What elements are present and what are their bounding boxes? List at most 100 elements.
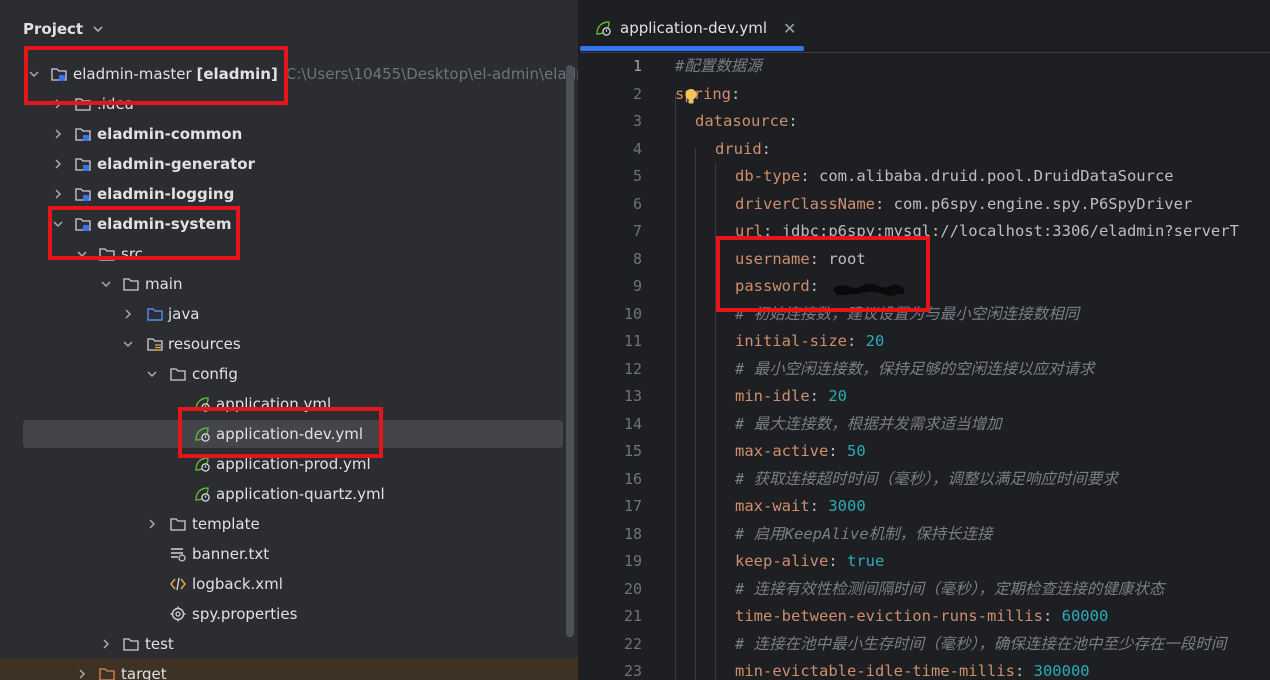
yaml-comment: # 最小空闲连接数，保持足够的空闲连接以应对请求 [735, 359, 1095, 378]
tree-item-template[interactable]: template [0, 509, 578, 539]
yaml-separator: : [828, 552, 847, 570]
chevron-right-icon[interactable] [100, 638, 112, 650]
tree-item-java[interactable]: java [0, 299, 578, 329]
line-number: 5 [632, 167, 642, 185]
code-area[interactable]: #配置数据源 spring: datasource: druid: db-type: c… [675, 53, 1270, 680]
yaml-separator: : [788, 112, 798, 130]
code-line: # 最小空闲连接数，保持足够的空闲连接以应对请求 [735, 356, 1095, 383]
module-folder-icon [75, 188, 91, 201]
yaml-comment: # 启用KeepAlive机制，保持长连接 [735, 524, 993, 543]
tree-item-label: java [168, 305, 200, 323]
spring-yaml-icon [596, 21, 611, 36]
line-number: 4 [632, 139, 642, 158]
tree-item-eladmin-logging[interactable]: eladmin-logging [0, 179, 578, 209]
code-line: time-between-eviction-runs-millis: 60000 [735, 603, 1108, 630]
code-line: driverClassName: com.p6spy.engine.spy.P6… [735, 191, 1192, 218]
chevron-right-icon[interactable] [146, 518, 158, 530]
yaml-comment: #配置数据源 [675, 57, 762, 75]
line-number: 11 [623, 332, 642, 350]
tree-item-label: logback.xml [192, 575, 283, 593]
yaml-separator: : [828, 442, 847, 460]
code-line: max-active: 50 [735, 438, 866, 465]
folder-icon [123, 638, 139, 651]
tree-item-test[interactable]: test [0, 629, 578, 659]
tree-item-spy-properties[interactable]: spy.properties [0, 599, 578, 629]
chevron-down-icon[interactable] [146, 368, 158, 380]
chevron-down-icon[interactable] [122, 338, 134, 350]
line-number: 17 [623, 497, 642, 515]
tree-item-target[interactable]: target [0, 659, 578, 680]
project-path: C:\Users\10455\Desktop\el-admin\eladmin [285, 65, 578, 83]
tree-item-label: application-quartz.yml [216, 485, 385, 503]
yaml-key: datasource [695, 112, 789, 130]
chevron-down-icon[interactable] [100, 278, 112, 290]
tab-application-dev-yml[interactable]: application-dev.yml ✕ [594, 14, 796, 42]
annotation-box-application-dev [178, 407, 383, 458]
code-line: datasource: [695, 108, 798, 135]
tree-item-label: template [192, 515, 260, 533]
tree-item-label: eladmin-logging [97, 185, 235, 203]
yaml-separator: : [809, 387, 829, 405]
text-file-icon [171, 548, 186, 562]
yaml-key: initial-size [735, 332, 847, 350]
chevron-right-icon[interactable] [52, 188, 64, 200]
module-folder-icon [75, 158, 91, 171]
tree-item-eladmin-generator[interactable]: eladmin-generator [0, 149, 578, 179]
active-tab-indicator [580, 46, 804, 51]
tree-item-eladmin-common[interactable]: eladmin-common [0, 119, 578, 149]
close-icon[interactable]: ✕ [783, 19, 796, 38]
line-number: 20 [623, 579, 642, 598]
xml-file-icon [170, 577, 186, 591]
line-number: 9 [632, 277, 642, 295]
yaml-key: min-idle [735, 387, 810, 405]
yaml-separator: : [761, 139, 772, 158]
yaml-key: max-wait [735, 497, 810, 515]
code-line: druid: [715, 136, 771, 163]
editor-tab-bar: application-dev.yml ✕ [580, 0, 1270, 53]
code-line: max-wait: 3000 [735, 493, 866, 520]
line-number: 21 [623, 607, 642, 625]
tree-item-label: config [192, 365, 238, 383]
tree-item-main[interactable]: main [0, 269, 578, 299]
yaml-comment: # 连接在池中最小生存时间（毫秒），确保连接在池中至少存在一段时间 [735, 634, 1227, 653]
yaml-separator: : [800, 167, 819, 185]
tree-item-application-quartz-yml[interactable]: application-quartz.yml [0, 479, 578, 509]
code-line: # 获取连接超时时间（毫秒），调整以满足响应时间要求 [735, 466, 1118, 493]
chevron-down-icon[interactable] [91, 22, 105, 36]
yaml-number: 20 [828, 387, 847, 405]
chevron-right-icon[interactable] [52, 158, 64, 170]
chevron-right-icon[interactable] [76, 668, 88, 680]
tree-item-config[interactable]: config [0, 359, 578, 389]
project-header[interactable]: Project [23, 18, 105, 40]
project-title: Project [23, 20, 84, 38]
module-folder-icon [75, 128, 91, 141]
code-line: min-idle: 20 [735, 383, 847, 410]
line-number-gutter: 1 2 3 4 5 6 7 8 9 10 11 12 13 14 15 16 17 18 19 20 21 22 23 [580, 53, 660, 680]
editor-panel: application-dev.yml ✕ 1 2 3 4 5 6 7 8 9 10 11 12 13 1… [580, 0, 1270, 680]
yaml-key: time-between-eviction-runs-millis [735, 607, 1043, 625]
code-line: # 连接有效性检测间隔时间（毫秒），定期检查连接的健康状态 [735, 576, 1164, 603]
yaml-separator: : [874, 194, 894, 213]
tree-item-banner-txt[interactable]: banner.txt [0, 539, 578, 569]
chevron-right-icon[interactable] [122, 308, 134, 320]
line-number: 2 [632, 84, 642, 103]
yaml-number: 300000 [1033, 662, 1090, 680]
line-number: 12 [623, 359, 642, 378]
yaml-value: com.alibaba.druid.pool.DruidDataSource [819, 167, 1174, 185]
line-number: 19 [623, 552, 642, 570]
line-number: 14 [623, 414, 642, 433]
yaml-value: com.p6spy.engine.spy.P6SpyDriver [893, 194, 1193, 213]
yaml-key: keep-alive [735, 552, 829, 570]
yaml-comment: # 连接有效性检测间隔时间（毫秒），定期检查连接的健康状态 [735, 579, 1165, 598]
annotation-box-project-root [24, 46, 288, 105]
line-number: 18 [623, 524, 642, 543]
line-number: 10 [623, 304, 642, 323]
chevron-right-icon[interactable] [52, 128, 64, 140]
project-scrollbar[interactable] [566, 65, 574, 637]
tree-item-resources[interactable]: resources [0, 329, 578, 359]
tree-item-logback-xml[interactable]: logback.xml [0, 569, 578, 599]
yaml-number: 3000 [828, 497, 866, 515]
yaml-separator: : [731, 84, 741, 103]
lightbulb-icon[interactable] [684, 88, 698, 106]
yaml-number: 20 [865, 332, 885, 350]
